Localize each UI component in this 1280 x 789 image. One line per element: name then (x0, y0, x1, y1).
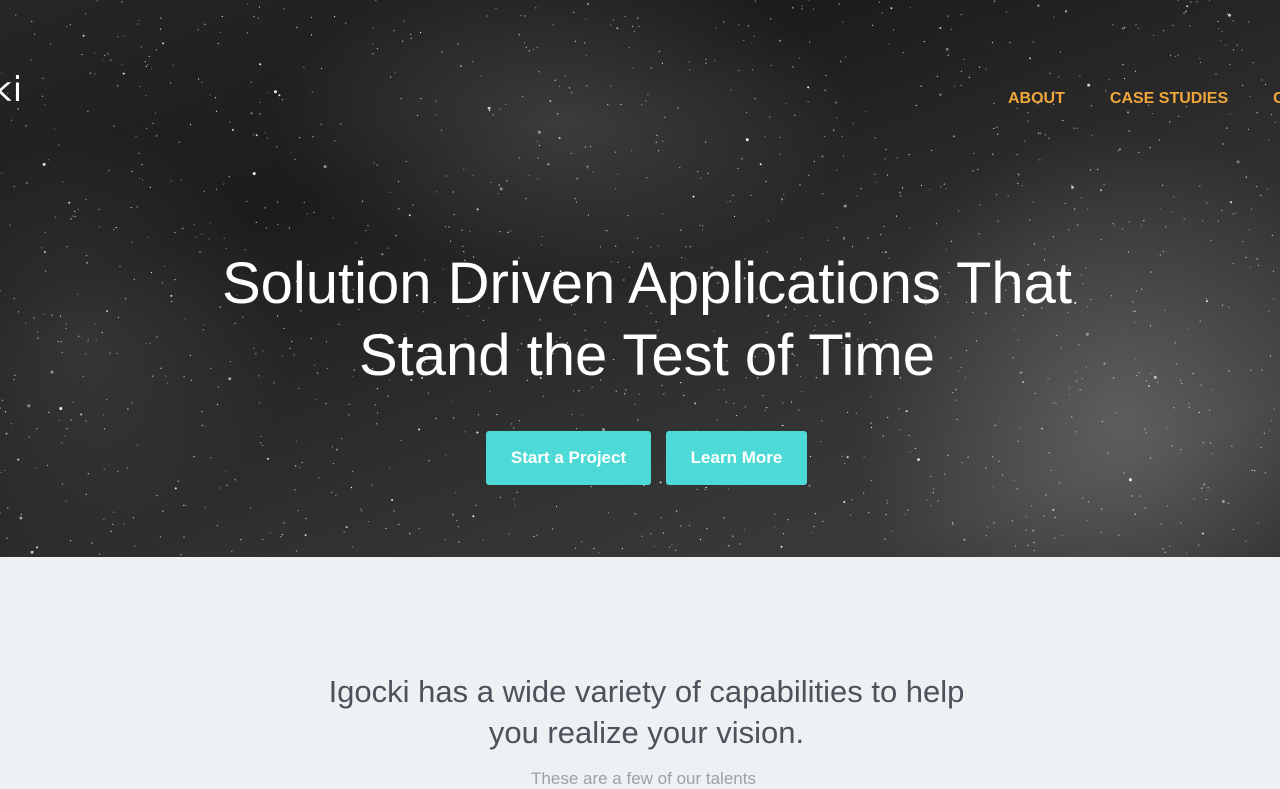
start-project-button[interactable]: Start a Project (486, 431, 651, 485)
main-nav: ABOUT CASE STUDIES C (1008, 90, 1280, 108)
logo[interactable]: ki (0, 70, 23, 110)
capabilities-heading: Igocki has a wide variety of capabilitie… (328, 674, 965, 750)
hero-headline: Solution Driven Applications That Stand … (221, 251, 1073, 388)
hero-section: ki ABOUT CASE STUDIES C Solution Driven … (0, 0, 1280, 557)
nav-item-case-studies[interactable]: CASE STUDIES (1110, 90, 1228, 108)
learn-more-button[interactable]: Learn More (666, 431, 807, 485)
capabilities-section: Igocki has a wide variety of capabilitie… (0, 557, 1280, 788)
nav-item-contact[interactable]: C (1273, 90, 1280, 108)
capabilities-subheading: These are a few of our talents (531, 769, 756, 788)
nav-item-about[interactable]: ABOUT (1008, 90, 1065, 108)
